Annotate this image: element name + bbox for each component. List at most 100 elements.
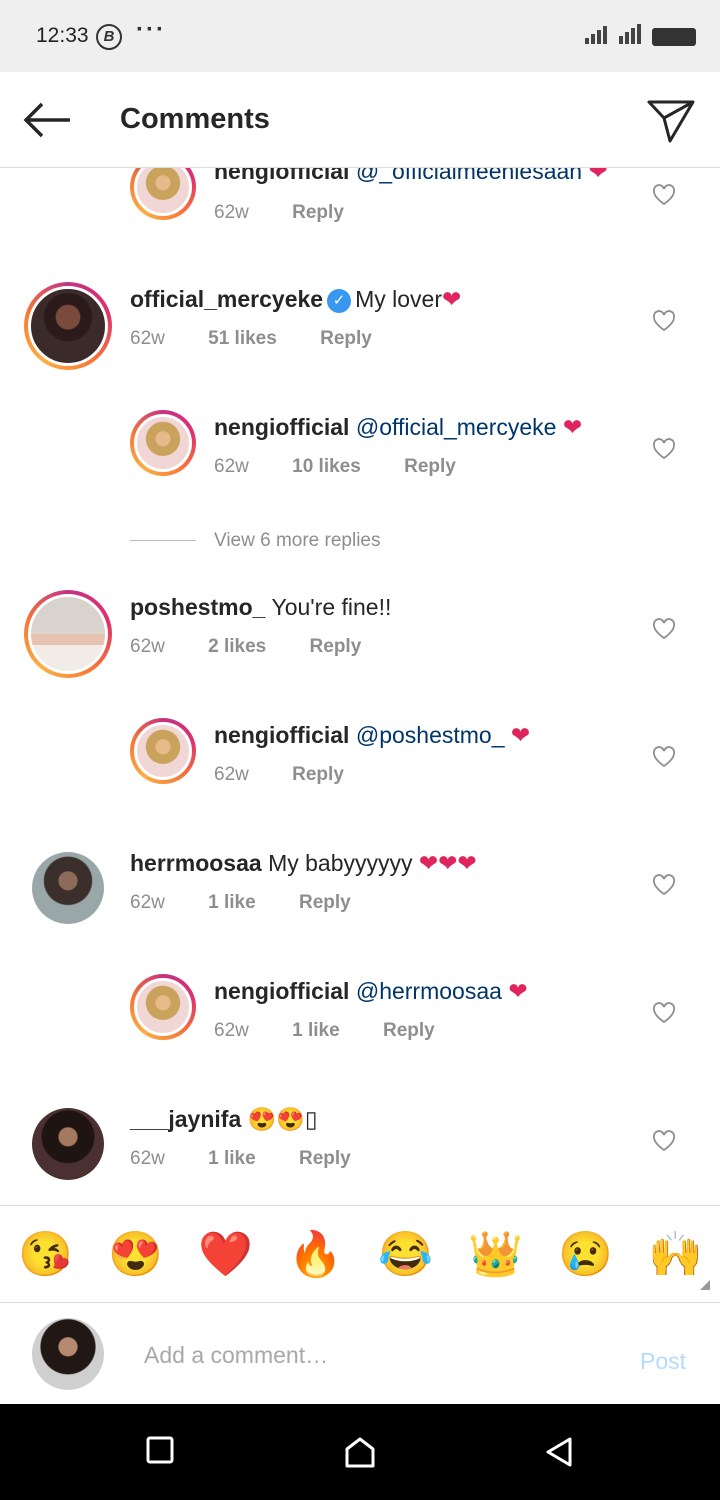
username[interactable]: nengiofficial	[214, 414, 349, 440]
comment-age: 62w	[214, 1020, 249, 1041]
comment-age: 62w	[214, 764, 249, 785]
heart-outline-icon[interactable]	[652, 746, 676, 768]
heart-emoji: ❤	[441, 286, 462, 312]
reply-button[interactable]: Reply	[299, 892, 351, 913]
comment-meta: 62w Reply	[214, 202, 382, 224]
username[interactable]: poshestmo_	[130, 594, 265, 620]
comment-body: 😍😍▯	[247, 1106, 318, 1132]
username[interactable]: herrmoosaa	[130, 850, 262, 876]
comment-text: official_mercyeke ✓ My lover❤	[130, 286, 461, 313]
emoji-crown-button[interactable]: 👑	[468, 1228, 523, 1282]
reply-button[interactable]: Reply	[310, 636, 362, 657]
comment-text: nengiofficial @official_mercyeke ❤	[214, 414, 582, 441]
battery-icon	[652, 28, 696, 46]
emoji-heart-eyes-button[interactable]: 😍	[108, 1228, 163, 1282]
comment-age: 62w	[130, 328, 165, 349]
verified-badge-icon: ✓	[327, 288, 352, 313]
comment-meta: 62w 1 like Reply	[130, 1148, 389, 1170]
post-button[interactable]: Post	[640, 1348, 686, 1375]
emoji-kiss-button[interactable]: 😘	[18, 1228, 73, 1282]
avatar[interactable]	[130, 168, 196, 220]
mention[interactable]: @official_mercyeke	[356, 414, 557, 440]
emoji-quick-bar: 😘 😍 ❤️ 🔥 😂 👑 😢 🙌	[0, 1205, 720, 1303]
emoji-fire-button[interactable]: 🔥	[288, 1228, 343, 1282]
home-icon[interactable]	[344, 1436, 376, 1473]
emoji-raised-hands-button[interactable]: 🙌	[648, 1228, 703, 1282]
avatar[interactable]	[130, 410, 196, 476]
comment-input[interactable]: Add a comment…	[144, 1342, 328, 1369]
heart-outline-icon[interactable]	[652, 184, 676, 206]
likes-count[interactable]: 1 like	[208, 892, 256, 913]
heart-outline-icon[interactable]	[652, 310, 676, 332]
avatar[interactable]	[130, 974, 196, 1040]
likes-count[interactable]: 51 likes	[208, 328, 277, 349]
emoji-heart-button[interactable]: ❤️	[198, 1228, 253, 1282]
comment-meta: 62w 2 likes Reply	[130, 636, 399, 658]
reply-button[interactable]: Reply	[292, 764, 344, 785]
username[interactable]: nengiofficial	[214, 168, 349, 184]
signal-icon	[585, 24, 643, 44]
mention[interactable]: @poshestmo_	[356, 722, 505, 748]
heart-emoji: ❤	[508, 978, 528, 1004]
avatar[interactable]	[24, 282, 112, 370]
avatar[interactable]	[24, 590, 112, 678]
mention[interactable]: @herrmoosaa	[356, 978, 502, 1004]
username[interactable]: nengiofficial	[214, 722, 349, 748]
page-title: Comments	[120, 103, 270, 135]
comment-input-bar: Add a comment… Post	[0, 1304, 720, 1404]
mention[interactable]: @_officialmeeniesaan	[356, 168, 582, 184]
heart-outline-icon[interactable]	[652, 438, 676, 460]
direct-send-icon[interactable]	[646, 98, 696, 149]
username[interactable]: official_mercyeke	[130, 286, 323, 312]
view-more-label[interactable]: View 6 more replies	[214, 530, 381, 551]
resize-corner-icon	[700, 1280, 710, 1290]
comment-body: My lover	[355, 286, 442, 312]
comment-reply: nengiofficial @herrmoosaa ❤ 62w 1 like R…	[0, 974, 720, 1084]
comment-text: ___jaynifa 😍😍▯	[130, 1106, 318, 1133]
emoji-laugh-button[interactable]: 😂	[378, 1228, 433, 1282]
heart-outline-icon[interactable]	[652, 1130, 676, 1152]
comments-list[interactable]: nengiofficial @_officialmeeniesaan ❤ 62w…	[0, 168, 720, 1205]
avatar[interactable]	[32, 852, 104, 924]
username[interactable]: nengiofficial	[214, 978, 349, 1004]
comment-age: 62w	[130, 892, 165, 913]
recents-square-icon[interactable]	[146, 1436, 174, 1469]
reply-button[interactable]: Reply	[404, 456, 456, 477]
heart-emoji: ❤	[588, 168, 608, 184]
heart-outline-icon[interactable]	[652, 618, 676, 640]
likes-count[interactable]: 1 like	[208, 1148, 256, 1169]
emoji-cry-button[interactable]: 😢	[558, 1228, 613, 1282]
reply-button[interactable]: Reply	[299, 1148, 351, 1169]
likes-count[interactable]: 1 like	[292, 1020, 340, 1041]
comment-age: 62w	[130, 1148, 165, 1169]
view-more-replies[interactable]: View 6 more replies	[130, 530, 381, 552]
comment-reply: nengiofficial @poshestmo_ ❤ 62w Reply	[0, 718, 720, 828]
b-app-icon: B	[96, 24, 122, 50]
comment: poshestmo_ You're fine!! 62w 2 likes Rep…	[0, 590, 720, 700]
back-triangle-icon[interactable]	[544, 1436, 574, 1473]
comment-meta: 62w 51 likes Reply	[130, 328, 410, 350]
likes-count[interactable]: 10 likes	[292, 456, 361, 477]
avatar[interactable]	[32, 1108, 104, 1180]
comment-age: 62w	[214, 202, 249, 223]
own-avatar	[32, 1318, 104, 1390]
heart-emoji: ❤	[510, 722, 531, 748]
likes-count[interactable]: 2 likes	[208, 636, 266, 657]
back-arrow-icon[interactable]	[22, 100, 72, 145]
system-nav-bar	[0, 1404, 720, 1500]
heart-outline-icon[interactable]	[652, 874, 676, 896]
reply-button[interactable]: Reply	[320, 328, 372, 349]
status-bar: 12:33 B ···	[0, 0, 720, 72]
more-notifications-icon: ···	[136, 16, 166, 43]
comment: official_mercyeke ✓ My lover❤ 62w 51 likes…	[0, 282, 720, 392]
comment-body: My babyyyyyy	[268, 850, 413, 876]
avatar[interactable]	[130, 718, 196, 784]
reply-button[interactable]: Reply	[292, 202, 344, 223]
comment-reply: nengiofficial @_officialmeeniesaan ❤ 62w…	[0, 168, 720, 246]
reply-button[interactable]: Reply	[383, 1020, 435, 1041]
comment-body: You're fine!!	[271, 594, 392, 620]
comment-text: nengiofficial @_officialmeeniesaan ❤	[214, 168, 608, 185]
username[interactable]: ___jaynifa	[130, 1106, 241, 1132]
comment: herrmoosaa My babyyyyyy ❤❤❤ 62w 1 like R…	[0, 846, 720, 956]
heart-outline-icon[interactable]	[652, 1002, 676, 1024]
